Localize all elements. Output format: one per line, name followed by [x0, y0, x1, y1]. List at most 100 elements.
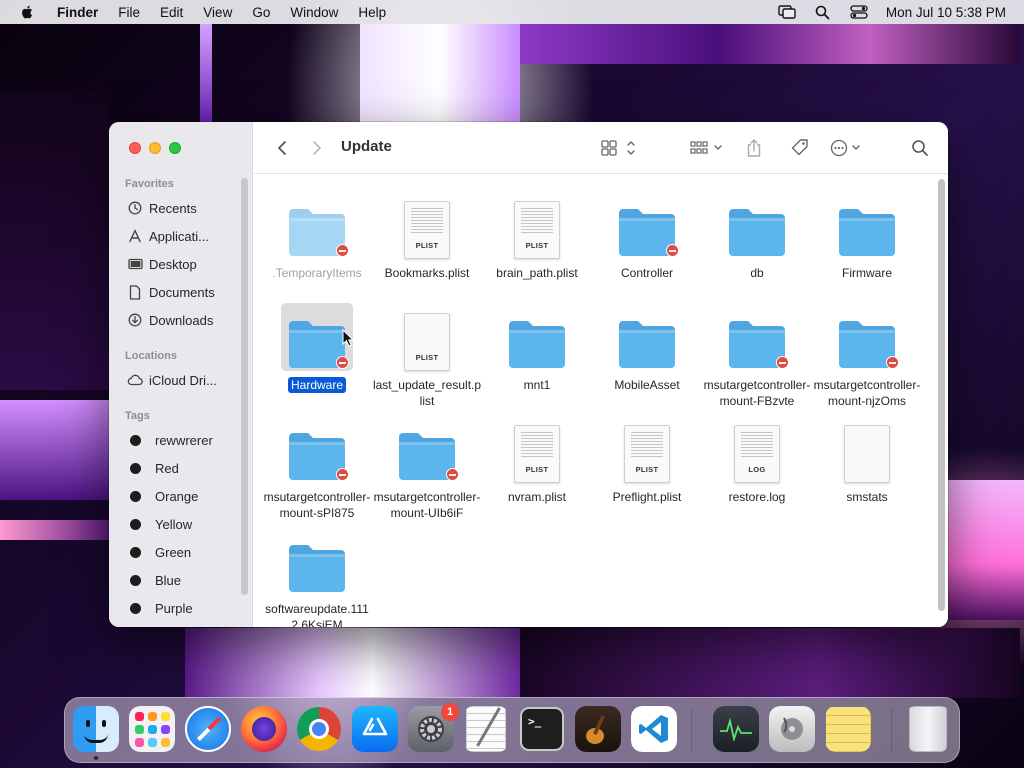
file-item[interactable]: PLIST brain_path.plist [482, 191, 592, 281]
sidebar-tag-orange[interactable]: Orange [127, 487, 198, 505]
sidebar-item-applications[interactable]: Applicati... [127, 227, 209, 245]
trash-icon [909, 706, 947, 752]
sidebar-item-downloads[interactable]: Downloads [127, 311, 213, 329]
document-icon [127, 284, 143, 300]
folder-item[interactable]: Hardware [262, 303, 372, 393]
menu-clock[interactable]: Mon Jul 10 5:38 PM [886, 5, 1006, 20]
document-icon: PLIST [501, 191, 573, 259]
dock-app-terminal[interactable]: >_ [519, 706, 565, 752]
group-button[interactable] [688, 136, 728, 160]
dock-app-activity-monitor[interactable] [713, 706, 759, 752]
folder-item[interactable]: msutargetcontroller-mount-sPI875 [262, 415, 372, 521]
sidebar-tag-blue[interactable]: Blue [127, 571, 181, 589]
screen-mirroring-icon[interactable] [778, 4, 796, 20]
dock-app-launchpad[interactable] [129, 706, 175, 752]
dock-app-stickies[interactable] [825, 706, 871, 752]
file-name-label: .TemporaryItems [272, 266, 362, 280]
folder-item[interactable]: Controller [592, 191, 702, 281]
menu-edit[interactable]: Edit [160, 5, 183, 20]
dock-app-safari[interactable] [185, 706, 231, 752]
group-icon [690, 141, 722, 154]
forward-button[interactable] [307, 136, 327, 160]
sidebar-item-desktop[interactable]: Desktop [127, 255, 197, 273]
sidebar-tag-red[interactable]: Red [127, 459, 179, 477]
file-name-label: Bookmarks.plist [384, 266, 470, 280]
folder-icon [721, 191, 793, 259]
share-button[interactable] [742, 136, 766, 160]
minimize-button[interactable] [149, 142, 161, 154]
folder-item[interactable]: msutargetcontroller-mount-FBzvte [702, 303, 812, 409]
folder-item[interactable]: msutargetcontroller-mount-njzOms [812, 303, 922, 409]
file-item[interactable]: PLIST Preflight.plist [592, 415, 702, 505]
sidebar-tag-purple[interactable]: Purple [127, 599, 193, 617]
dock-separator [891, 708, 892, 752]
file-name-label: msutargetcontroller-mount-FBzvte [703, 378, 811, 408]
folder-icon [281, 415, 353, 483]
menu-app-name[interactable]: Finder [57, 5, 98, 20]
folder-item[interactable]: mnt1 [482, 303, 592, 393]
dock-app-disk-utility[interactable] [769, 706, 815, 752]
folder-item[interactable]: MobileAsset [592, 303, 702, 393]
folder-item[interactable]: Firmware [812, 191, 922, 281]
sidebar-item-label: Blue [155, 572, 182, 588]
menu-file[interactable]: File [118, 5, 140, 20]
menu-view[interactable]: View [203, 5, 232, 20]
menu-help[interactable]: Help [358, 5, 386, 20]
tags-button[interactable] [788, 136, 812, 160]
back-button[interactable] [272, 136, 292, 160]
dock-app-firefox[interactable] [241, 706, 287, 752]
file-name-label: nvram.plist [507, 490, 566, 504]
content-scrollbar[interactable] [938, 179, 945, 611]
view-mode-button[interactable] [599, 136, 639, 160]
dock-app-garageband[interactable] [575, 706, 621, 752]
chevron-left-icon [278, 141, 286, 155]
window-controls [129, 142, 181, 154]
sidebar-item-documents[interactable]: Documents [127, 283, 215, 301]
dock-app-textedit[interactable] [463, 706, 509, 752]
dock-app-finder[interactable] [73, 706, 119, 752]
zoom-button[interactable] [169, 142, 181, 154]
spotlight-search-icon[interactable] [814, 4, 832, 20]
file-item[interactable]: PLIST last_update_result.plist [372, 303, 482, 409]
no-access-icon [336, 244, 349, 257]
file-item[interactable]: smstats [812, 415, 922, 505]
close-button[interactable] [129, 142, 141, 154]
folder-icon [281, 527, 353, 595]
vscode-icon [631, 706, 677, 752]
dock: 1 >_ [64, 697, 960, 763]
control-center-icon[interactable] [850, 4, 868, 20]
file-item[interactable]: PLIST nvram.plist [482, 415, 592, 505]
dock-app-trash[interactable] [905, 706, 951, 752]
sidebar-tag-rewwrerer[interactable]: rewwrerer [127, 431, 213, 449]
dock-app-vscode[interactable] [631, 706, 677, 752]
sidebar-item-label: Applicati... [149, 228, 209, 244]
file-item[interactable]: LOG restore.log [702, 415, 812, 505]
tag-dot-icon [130, 490, 141, 502]
folder-item[interactable]: softwareupdate.1112.6KsiEM [262, 527, 372, 627]
search-button[interactable] [908, 136, 932, 160]
apple-menu-icon[interactable] [19, 4, 35, 20]
sidebar-item-recents[interactable]: Recents [127, 199, 197, 217]
folder-icon [611, 303, 683, 371]
sidebar-tag-yellow[interactable]: Yellow [127, 515, 192, 533]
menu-go[interactable]: Go [252, 5, 270, 20]
stickies-icon [826, 707, 870, 751]
dock-app-chrome[interactable] [296, 706, 342, 752]
sidebar-scrollbar[interactable] [241, 178, 248, 595]
sidebar-header-favorites: Favorites [125, 178, 174, 190]
icon-view-icon [601, 140, 635, 156]
textedit-icon [466, 706, 506, 752]
action-menu-button[interactable] [828, 136, 868, 160]
folder-item[interactable]: db [702, 191, 812, 281]
menu-window[interactable]: Window [290, 5, 338, 20]
clock-icon [127, 200, 143, 216]
notification-badge: 1 [441, 703, 459, 721]
sidebar-tag-green[interactable]: Green [127, 543, 191, 561]
menu-bar: Finder File Edit View Go Window Help Mon… [0, 0, 1024, 24]
folder-item[interactable]: .TemporaryItems [262, 191, 372, 281]
sidebar-item-icloud-drive[interactable]: iCloud Dri... [127, 371, 217, 389]
folder-item[interactable]: msutargetcontroller-mount-UIb6iF [372, 415, 482, 521]
disk-utility-icon [769, 706, 815, 752]
file-item[interactable]: PLIST Bookmarks.plist [372, 191, 482, 281]
dock-app-app-store[interactable] [352, 706, 398, 752]
